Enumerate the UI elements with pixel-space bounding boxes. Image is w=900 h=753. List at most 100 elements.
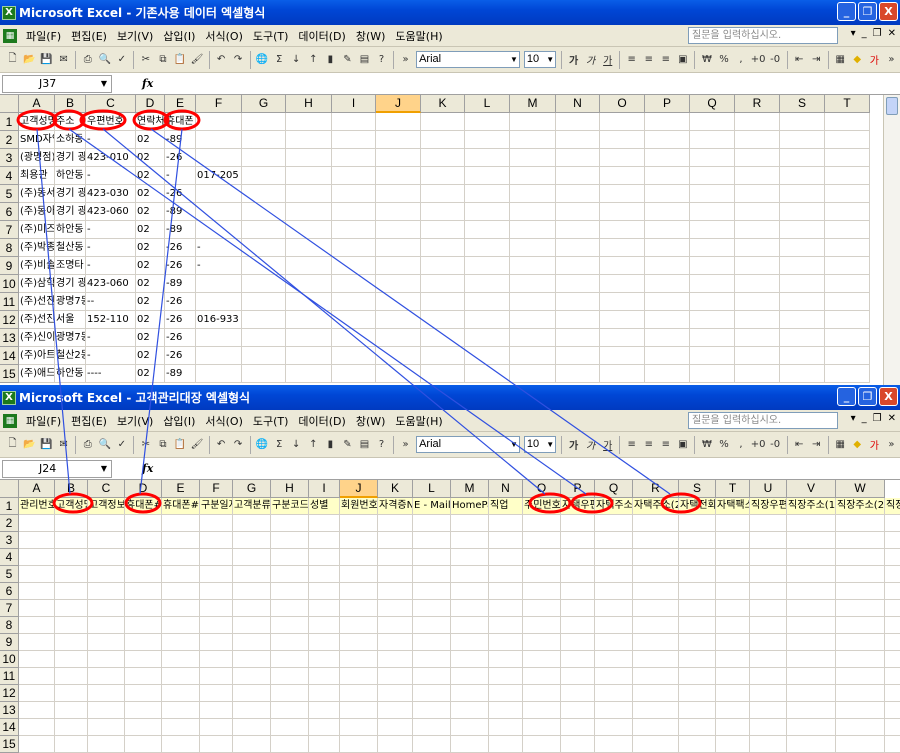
cell[interactable]: -26 (165, 293, 196, 311)
cell[interactable] (750, 583, 787, 600)
cell[interactable] (233, 668, 271, 685)
comma-icon[interactable]: , (733, 52, 748, 68)
cell[interactable] (750, 600, 787, 617)
cell[interactable]: 423-030 (86, 185, 136, 203)
cell[interactable] (679, 685, 716, 702)
cell[interactable] (825, 347, 870, 365)
column-header[interactable]: P (561, 480, 595, 498)
cell[interactable] (465, 203, 510, 221)
workbook-icon[interactable]: ▦ (3, 28, 17, 43)
cell[interactable] (595, 634, 633, 651)
cell[interactable] (125, 600, 162, 617)
print-icon[interactable]: ⎙ (80, 437, 95, 453)
cell[interactable] (633, 634, 679, 651)
cell[interactable] (340, 685, 378, 702)
header-cell[interactable]: 자격증No (378, 498, 413, 515)
cell[interactable] (595, 685, 633, 702)
cell[interactable] (716, 736, 750, 753)
cell[interactable] (233, 566, 271, 583)
redo-icon[interactable]: ↷ (231, 437, 246, 453)
cell[interactable] (125, 702, 162, 719)
zoom-icon[interactable]: ▤ (357, 437, 372, 453)
italic-icon[interactable]: 가 (583, 52, 598, 68)
cell[interactable] (421, 167, 465, 185)
cell[interactable] (679, 719, 716, 736)
cell[interactable] (55, 600, 88, 617)
column-header[interactable]: O (523, 480, 561, 498)
cell[interactable]: -26 (165, 257, 196, 275)
cell[interactable] (421, 293, 465, 311)
cell[interactable]: - (86, 347, 136, 365)
cell[interactable] (451, 685, 489, 702)
cell[interactable] (242, 167, 286, 185)
cell[interactable] (716, 549, 750, 566)
cell[interactable] (523, 702, 561, 719)
align-right-icon[interactable]: ≡ (658, 437, 673, 453)
cell[interactable] (378, 736, 413, 753)
cell[interactable] (451, 651, 489, 668)
cell[interactable] (556, 167, 600, 185)
cell[interactable] (489, 702, 523, 719)
row-header[interactable]: 3 (0, 532, 19, 549)
cell[interactable] (645, 293, 690, 311)
cell[interactable] (196, 221, 242, 239)
cell[interactable]: 017-205 (196, 167, 242, 185)
cell[interactable]: -89 (165, 203, 196, 221)
spelling-icon[interactable]: ✓ (114, 52, 129, 68)
cell[interactable] (451, 600, 489, 617)
help-icon[interactable]: ? (374, 52, 389, 68)
cell[interactable] (750, 651, 787, 668)
autosum-icon[interactable]: Σ (272, 52, 287, 68)
cell[interactable] (489, 600, 523, 617)
cell[interactable] (787, 634, 836, 651)
cell[interactable] (286, 167, 332, 185)
header-cell[interactable]: E - Mail (413, 498, 451, 515)
cell[interactable] (242, 275, 286, 293)
open-icon[interactable]: 📂 (22, 437, 37, 453)
merge-center-icon[interactable]: ▣ (675, 437, 690, 453)
cell[interactable] (645, 257, 690, 275)
cell[interactable] (595, 668, 633, 685)
cell[interactable] (309, 515, 340, 532)
menu-edit[interactable]: 편집(E) (66, 413, 112, 429)
cell[interactable] (825, 275, 870, 293)
cell[interactable] (162, 617, 200, 634)
cell[interactable] (825, 203, 870, 221)
cell[interactable] (489, 617, 523, 634)
cell[interactable] (242, 239, 286, 257)
chart-icon[interactable]: ▮ (323, 437, 338, 453)
cell[interactable] (633, 719, 679, 736)
cell[interactable] (242, 311, 286, 329)
cell[interactable] (200, 736, 233, 753)
cell[interactable] (561, 617, 595, 634)
cell[interactable] (787, 532, 836, 549)
cell[interactable] (787, 549, 836, 566)
paste-icon[interactable]: 📋 (172, 52, 187, 68)
cell[interactable] (690, 275, 735, 293)
column-header[interactable]: D (136, 95, 165, 113)
cell[interactable] (88, 634, 125, 651)
cell[interactable] (242, 149, 286, 167)
cell[interactable] (309, 702, 340, 719)
cell[interactable] (690, 257, 735, 275)
cell[interactable] (836, 719, 885, 736)
cell[interactable] (595, 515, 633, 532)
cell[interactable]: -26 (165, 185, 196, 203)
column-header[interactable]: R (633, 480, 679, 498)
cell[interactable] (196, 365, 242, 383)
cell[interactable] (523, 532, 561, 549)
cell[interactable]: -26 (165, 149, 196, 167)
align-center-icon[interactable]: ≡ (641, 437, 656, 453)
row-header[interactable]: 14 (0, 719, 19, 736)
cell[interactable] (55, 617, 88, 634)
cell[interactable] (836, 634, 885, 651)
cell[interactable]: -89 (165, 131, 196, 149)
column-header[interactable]: E (165, 95, 196, 113)
cell[interactable] (332, 131, 376, 149)
cell[interactable] (556, 113, 600, 131)
cell[interactable]: 경기 광 (55, 185, 86, 203)
cell[interactable] (19, 617, 55, 634)
column-header[interactable]: G (233, 480, 271, 498)
cell[interactable] (645, 239, 690, 257)
cell[interactable] (825, 149, 870, 167)
